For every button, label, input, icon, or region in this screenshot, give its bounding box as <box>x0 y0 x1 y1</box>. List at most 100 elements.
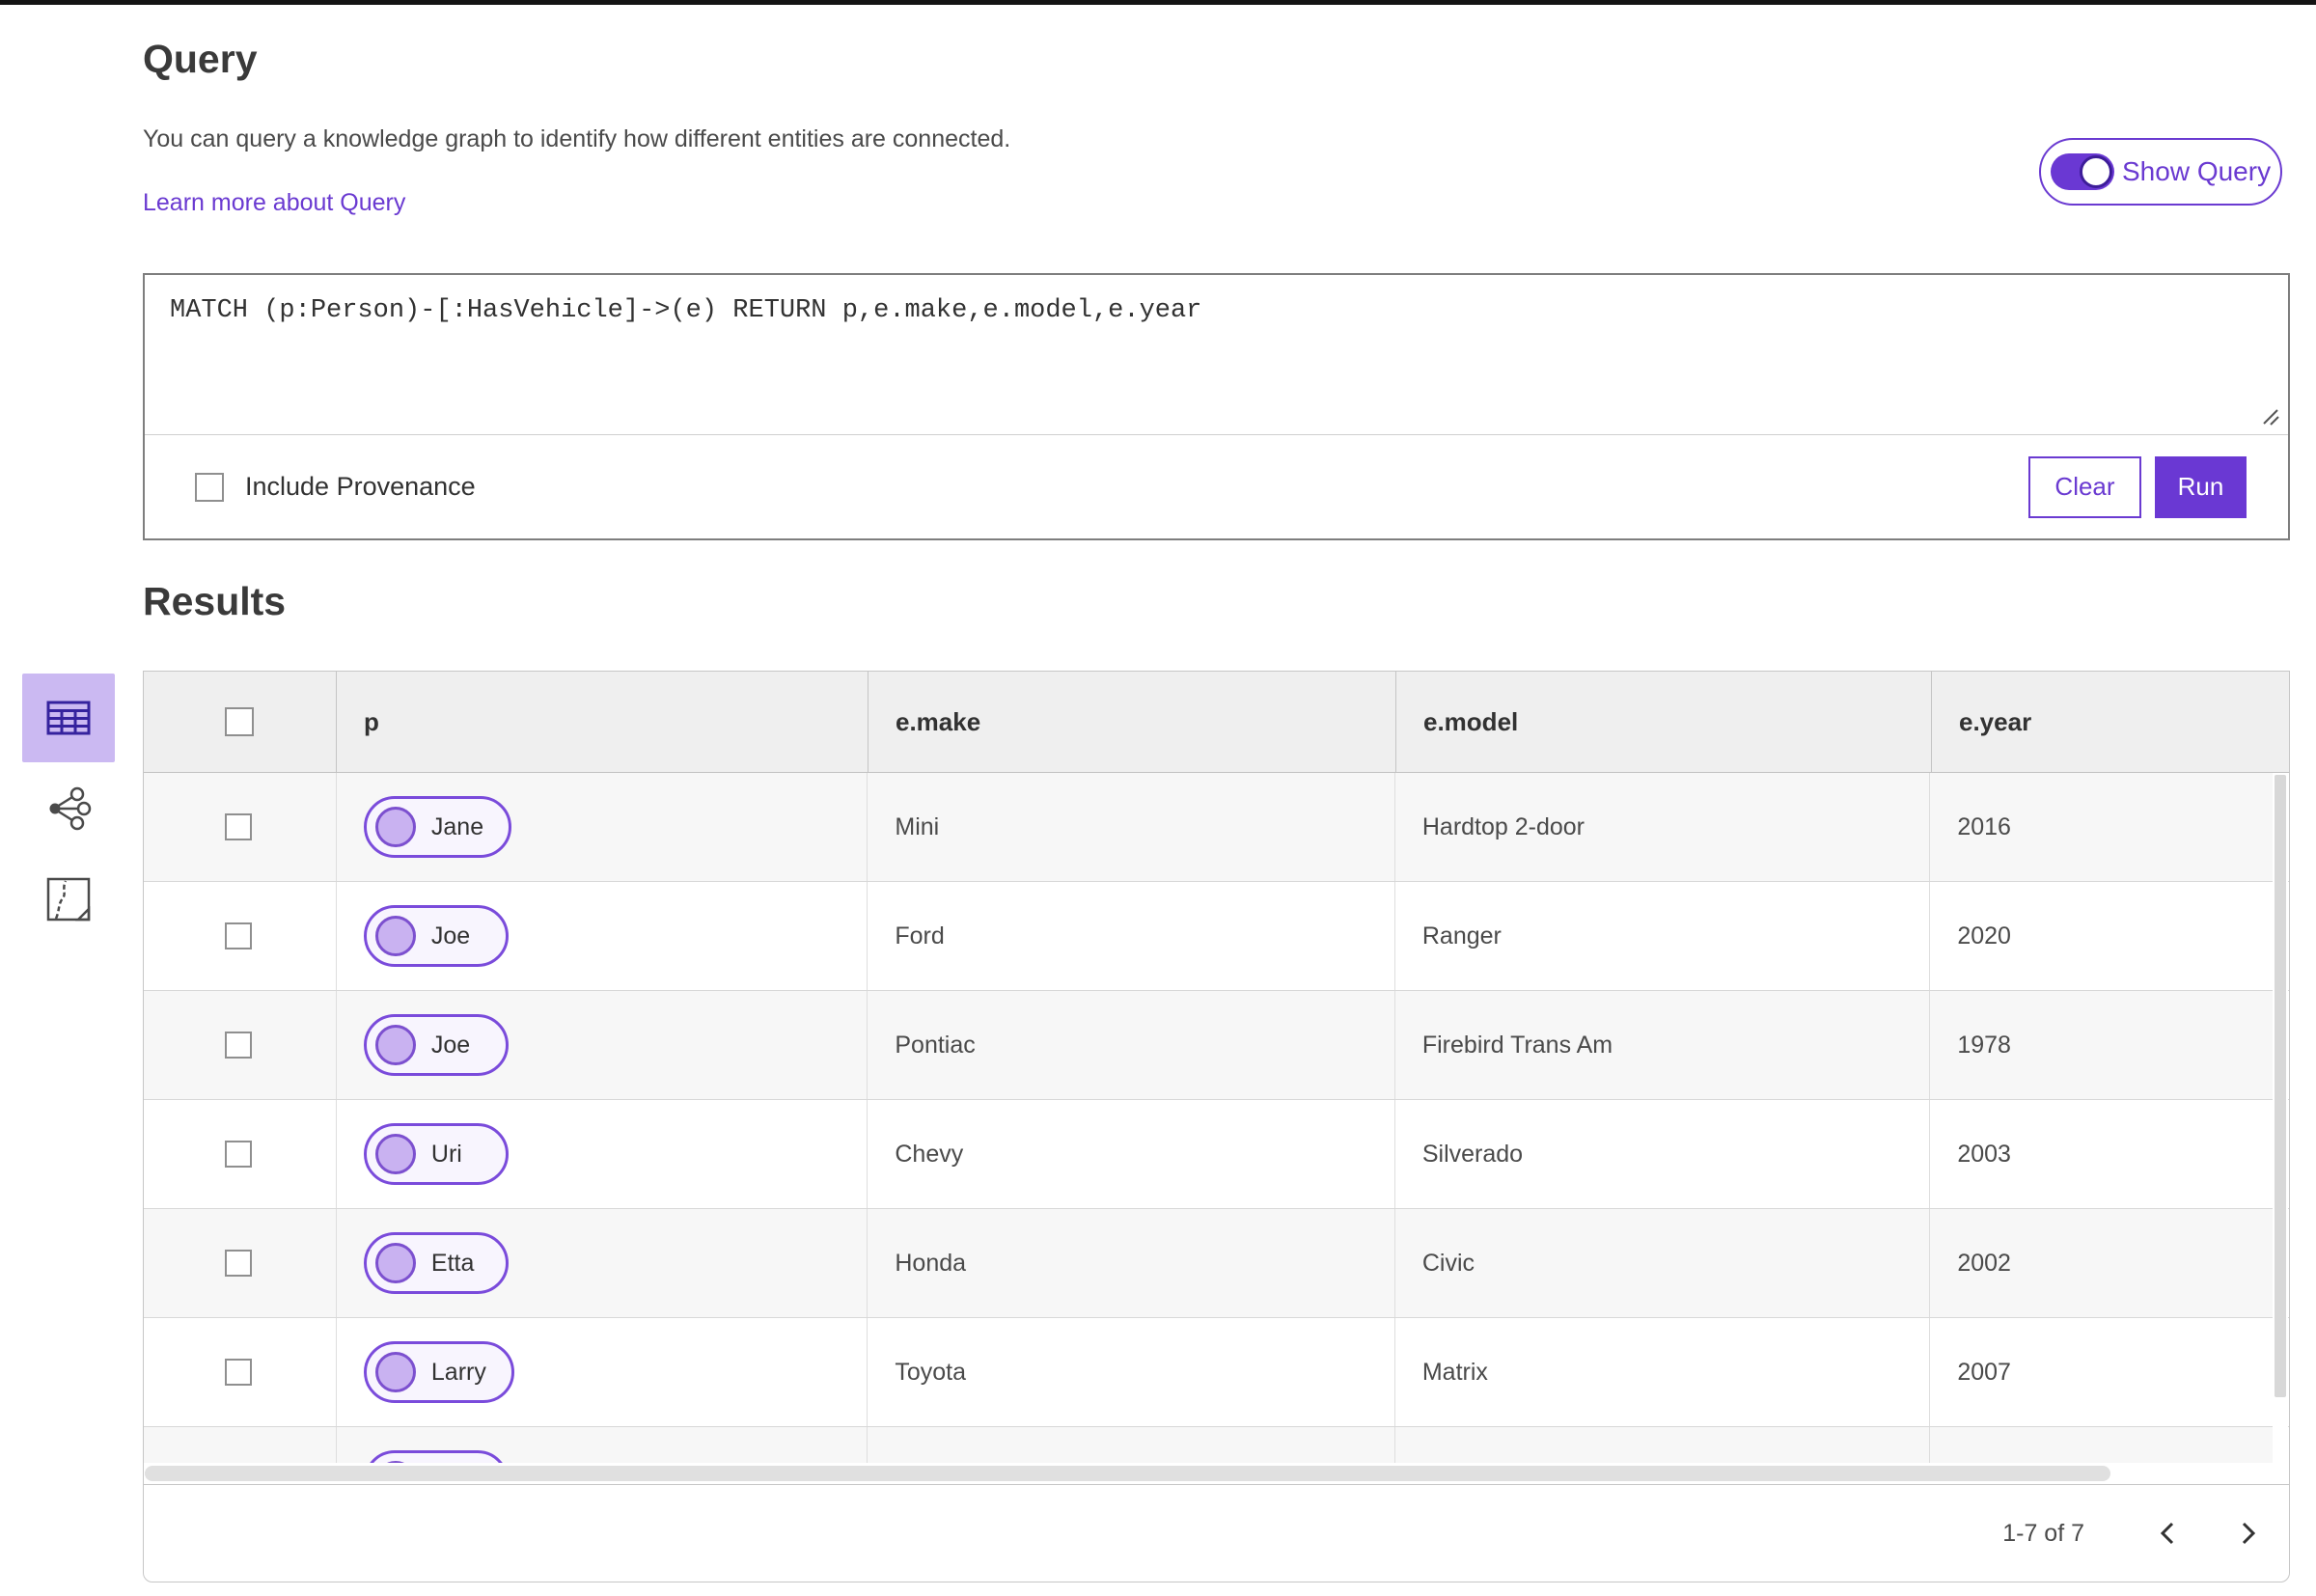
table-row: Joe Ford Ranger 2020 <box>144 882 2289 991</box>
person-node-icon <box>374 916 416 956</box>
make-cell: Mini <box>867 773 1393 881</box>
year-cell: 2020 <box>1929 882 2274 990</box>
clear-button[interactable]: Clear <box>2028 455 2141 518</box>
entity-name: Larry <box>430 1358 486 1386</box>
entity-pill[interactable]: Joe <box>363 905 509 967</box>
vertical-scrollbar-thumb[interactable] <box>2275 775 2286 1397</box>
person-node-icon <box>374 1025 416 1065</box>
row-checkbox-cell <box>144 773 336 881</box>
view-table-button[interactable] <box>22 674 115 762</box>
column-header-e-year[interactable]: e.year <box>1931 672 2289 772</box>
vertical-scrollbar <box>2273 773 2288 1463</box>
include-provenance-option[interactable]: Include Provenance <box>195 472 476 502</box>
query-editor: MATCH (p:Person)-[:HasVehicle]->(e) RETU… <box>143 273 2290 540</box>
make-cell: Ford <box>867 882 1393 990</box>
entity-pill[interactable]: Uri <box>363 1123 509 1185</box>
table-row: Etta Honda Civic 2002 <box>144 1209 2289 1318</box>
table-row: Jane Mini Hardtop 2-door 2016 <box>144 773 2289 882</box>
make-cell: Honda <box>867 1209 1393 1317</box>
entity-name: Jane <box>430 812 484 840</box>
horizontal-scrollbar-thumb[interactable] <box>145 1466 2110 1481</box>
chevron-left-icon <box>2160 1522 2174 1545</box>
person-node-icon <box>374 1243 416 1283</box>
table-row: Joe Pontiac Firebird Trans Am 1978 <box>144 991 2289 1100</box>
row-checkbox-cell <box>144 1318 336 1426</box>
table-row: Uri Chevy Silverado 2003 <box>144 1100 2289 1209</box>
entity-cell: Larry <box>335 1318 867 1426</box>
model-cell: Firebird Trans Am <box>1393 991 1929 1099</box>
person-node-icon <box>374 807 416 847</box>
toggle-switch-icon[interactable] <box>2051 153 2114 190</box>
page-title: Query <box>143 37 258 81</box>
previous-page-button[interactable] <box>2148 1510 2187 1556</box>
row-checkbox[interactable] <box>225 1250 252 1277</box>
results-view-switcher <box>22 674 115 946</box>
link-chart-icon <box>49 786 92 831</box>
row-checkbox[interactable] <box>225 922 252 949</box>
toggle-knob <box>2080 155 2112 188</box>
year-cell: 2016 <box>1929 773 2274 881</box>
make-cell: Toyota <box>867 1318 1393 1426</box>
make-cell: Chevy <box>867 1100 1393 1208</box>
select-all-checkbox[interactable] <box>225 707 254 736</box>
results-footer: 1-7 of 7 <box>144 1484 2289 1582</box>
column-header-p[interactable]: p <box>336 672 868 772</box>
entity-name: Joe <box>430 922 471 949</box>
map-icon <box>46 877 91 922</box>
year-cell: 2007 <box>1929 1318 2274 1426</box>
row-checkbox-cell <box>144 991 336 1099</box>
entity-cell: Etta <box>335 1209 867 1317</box>
query-editor-footer: Include Provenance Clear Run <box>145 434 2288 538</box>
include-provenance-label: Include Provenance <box>245 472 476 501</box>
window-top-edge <box>0 0 2316 5</box>
row-checkbox[interactable] <box>225 1359 252 1386</box>
table-row: Larry Toyota Matrix 2007 <box>144 1318 2289 1427</box>
year-cell: 2002 <box>1929 1209 2274 1317</box>
entity-cell: Uri <box>335 1100 867 1208</box>
make-cell: Pontiac <box>867 991 1393 1099</box>
entity-pill[interactable]: Jane <box>363 796 512 858</box>
include-provenance-checkbox[interactable] <box>195 472 224 502</box>
entity-cell: Jane <box>335 773 867 881</box>
row-checkbox[interactable] <box>225 1032 252 1059</box>
entity-cell: Joe <box>335 991 867 1099</box>
entity-pill[interactable]: Etta <box>363 1232 509 1294</box>
row-checkbox[interactable] <box>225 1141 252 1168</box>
column-header-e-model[interactable]: e.model <box>1395 672 1931 772</box>
table-body: Jane Mini Hardtop 2-door 2016 Joe Ford R… <box>144 773 2289 1484</box>
query-action-buttons: Clear Run <box>2028 455 2247 518</box>
model-cell: Ranger <box>1393 882 1929 990</box>
entity-pill[interactable]: Joe <box>363 1014 509 1076</box>
show-query-label: Show Query <box>2122 156 2272 186</box>
year-cell: 2003 <box>1929 1100 2274 1208</box>
entity-name: Etta <box>430 1249 475 1277</box>
person-node-icon <box>374 1352 416 1392</box>
row-checkbox[interactable] <box>225 813 252 840</box>
results-panel: p e.make e.model e.year Jane Mini Hardto… <box>143 671 2290 1582</box>
model-cell: Civic <box>1393 1209 1929 1317</box>
row-checkbox-cell <box>144 1100 336 1208</box>
learn-more-link[interactable]: Learn more about Query <box>143 189 405 217</box>
results-title: Results <box>143 579 287 623</box>
entity-name: Joe <box>430 1031 471 1059</box>
table-icon <box>46 701 91 735</box>
model-cell: Matrix <box>1393 1318 1929 1426</box>
row-checkbox-cell <box>144 882 336 990</box>
table-header-row: p e.make e.model e.year <box>144 672 2289 773</box>
table-header-checkbox-cell <box>144 672 336 772</box>
model-cell: Hardtop 2-door <box>1393 773 1929 881</box>
page-description: You can query a knowledge graph to ident… <box>143 125 1011 152</box>
entity-name: Uri <box>430 1140 462 1168</box>
textarea-resize-handle[interactable] <box>2254 400 2283 429</box>
chevron-right-icon <box>2242 1522 2256 1545</box>
column-header-e-make[interactable]: e.make <box>868 672 1395 772</box>
query-textarea[interactable]: MATCH (p:Person)-[:HasVehicle]->(e) RETU… <box>145 275 2288 434</box>
entity-pill[interactable]: Larry <box>363 1341 514 1403</box>
view-map-button[interactable] <box>22 855 115 944</box>
pagination-range-label: 1-7 of 7 <box>2002 1519 2084 1547</box>
next-page-button[interactable] <box>2229 1510 2268 1556</box>
view-link-chart-button[interactable] <box>22 764 115 853</box>
show-query-toggle[interactable]: Show Query <box>2039 138 2282 206</box>
model-cell: Silverado <box>1393 1100 1929 1208</box>
run-button[interactable]: Run <box>2155 455 2247 518</box>
